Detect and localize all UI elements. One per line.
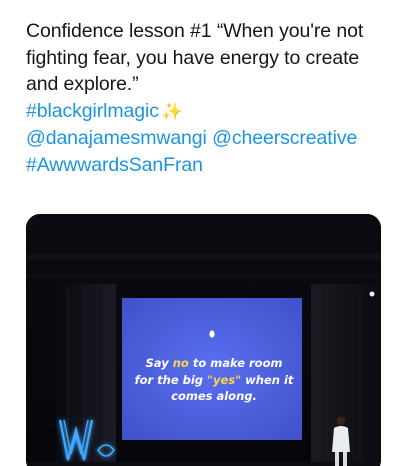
mention-cheerscreative-link[interactable]: @cheerscreative — [212, 127, 357, 149]
tweet-media-photo[interactable]: Say no to make room for the big "yes" wh… — [26, 214, 381, 466]
tweet-text: Confidence lesson #1 “When you're not fi… — [26, 18, 396, 178]
stage-curtain-left — [56, 284, 116, 466]
hashtag-awwwardssanfran-link[interactable]: #AwwwardsSanFran — [26, 154, 203, 176]
slide-drop-icon — [209, 330, 215, 338]
slide-text-part: for the big — [134, 372, 208, 387]
slide-text-part: when it — [241, 372, 294, 387]
slide-highlight-no: no — [172, 356, 189, 370]
mention-danajamesmwangi-link[interactable]: @danajamesmwangi — [26, 127, 207, 149]
slide-highlight-yes: "yes" — [207, 372, 242, 387]
stage-photo-illustration — [26, 214, 381, 466]
tweet-line-1: Confidence lesson #1 “When you're not — [26, 20, 364, 42]
tweet-line-2: fighting fear, you have energy to create — [26, 46, 360, 69]
slide-text-part: Say — [145, 356, 173, 370]
stage-spotlight — [369, 291, 375, 297]
sparkles-icon: ✨ — [161, 101, 183, 121]
slide-quote: Say no to make room for the big "yes" wh… — [122, 355, 306, 405]
hashtag-blackgirlmagic-link[interactable]: #blackgirlmagic — [26, 100, 159, 122]
slide-text-part: comes along. — [171, 389, 257, 403]
tweet-line-3: and explore.” — [26, 73, 139, 95]
slide-text-part: to make room — [188, 356, 283, 370]
